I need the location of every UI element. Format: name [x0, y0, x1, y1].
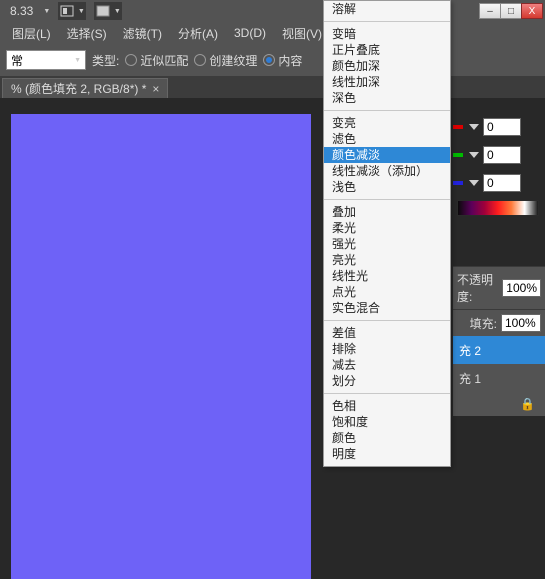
radio-create-texture[interactable]: 创建纹理 — [194, 52, 257, 69]
blend-mode-item[interactable]: 减去 — [324, 357, 450, 373]
blend-mode-item[interactable]: 颜色加深 — [324, 58, 450, 74]
blend-mode-item[interactable]: 线性光 — [324, 268, 450, 284]
blend-mode-item[interactable]: 颜色 — [324, 430, 450, 446]
green-value-input[interactable]: 0 — [483, 146, 521, 164]
menu-view[interactable]: 视图(V) — [276, 23, 328, 44]
lock-row: 🔒 — [453, 392, 545, 416]
blue-slider-track[interactable] — [453, 181, 463, 185]
menu-3d[interactable]: 3D(D) — [228, 24, 272, 42]
menu-layer[interactable]: 图层(L) — [6, 23, 57, 44]
blend-mode-item[interactable]: 排除 — [324, 341, 450, 357]
blend-mode-item[interactable]: 变暗 — [324, 26, 450, 42]
fill-label: 填充: — [470, 315, 497, 332]
screen-mode-icon[interactable]: ▼ — [58, 2, 86, 20]
menu-separator — [324, 320, 450, 321]
blend-mode-item[interactable]: 线性加深 — [324, 74, 450, 90]
blend-mode-item[interactable]: 色相 — [324, 398, 450, 414]
layer-item-fill-1[interactable]: 充 1 — [453, 364, 545, 392]
blend-mode-item[interactable]: 差值 — [324, 325, 450, 341]
blend-mode-item[interactable]: 饱和度 — [324, 414, 450, 430]
menu-analysis[interactable]: 分析(A) — [172, 23, 224, 44]
menu-select[interactable]: 选择(S) — [61, 23, 113, 44]
red-value-input[interactable]: 0 — [483, 118, 521, 136]
red-slider-track[interactable] — [453, 125, 463, 129]
color-panel: 0 0 0 — [453, 118, 539, 202]
blend-mode-item[interactable]: 点光 — [324, 284, 450, 300]
blue-value-input[interactable]: 0 — [483, 174, 521, 192]
menu-separator — [324, 393, 450, 394]
blend-mode-item[interactable]: 变亮 — [324, 115, 450, 131]
top-toolbar: 8.33 ▼ ▼ ▼ — [0, 0, 545, 22]
close-tab-icon[interactable]: × — [152, 82, 159, 96]
lock-icon[interactable]: 🔒 — [520, 397, 535, 411]
layer-name: 充 1 — [459, 370, 481, 387]
arrange-docs-icon[interactable]: ▼ — [94, 2, 122, 20]
layers-panel: 不透明度: 100% 填充: 100% 充 2 充 1 🔒 — [453, 266, 545, 416]
blend-mode-item[interactable]: 正片叠底 — [324, 42, 450, 58]
menu-bar: 图层(L) 选择(S) 滤镜(T) 分析(A) 3D(D) 视图(V) — [0, 22, 545, 44]
document-tab-title: % (颜色填充 2, RGB/8*) * — [11, 80, 146, 97]
blend-mode-item[interactable]: 溶解 — [324, 1, 450, 17]
blend-mode-item[interactable]: 明度 — [324, 446, 450, 462]
radio-content-aware[interactable]: 内容 — [263, 52, 302, 69]
menu-separator — [324, 199, 450, 200]
options-bar: 常 ▼ 类型: 近似匹配 创建纹理 内容 — [0, 44, 545, 76]
radio-approx-match[interactable]: 近似匹配 — [125, 52, 188, 69]
layer-name: 充 2 — [459, 342, 481, 359]
blend-mode-item[interactable]: 柔光 — [324, 220, 450, 236]
type-label: 类型: — [92, 52, 119, 69]
zoom-value[interactable]: 8.33 — [4, 4, 33, 18]
document-tab[interactable]: % (颜色填充 2, RGB/8*) * × — [2, 78, 168, 98]
blend-mode-item[interactable]: 亮光 — [324, 252, 450, 268]
green-slider-track[interactable] — [453, 153, 463, 157]
document-tab-bar: % (颜色填充 2, RGB/8*) * × — [0, 76, 545, 98]
blend-mode-item[interactable]: 浅色 — [324, 179, 450, 195]
minimize-button[interactable]: – — [479, 3, 501, 19]
fill-input[interactable]: 100% — [501, 314, 541, 332]
chevron-down-icon: ▼ — [74, 57, 81, 64]
canvas[interactable] — [11, 114, 311, 579]
blend-mode-item[interactable]: 强光 — [324, 236, 450, 252]
maximize-button[interactable]: □ — [500, 3, 522, 19]
blend-mode-item[interactable]: 深色 — [324, 90, 450, 106]
opacity-label: 不透明度: — [457, 271, 498, 305]
menu-filter[interactable]: 滤镜(T) — [117, 23, 168, 44]
blend-mode-item[interactable]: 线性减淡（添加） — [324, 163, 450, 179]
blend-mode-select[interactable]: 常 ▼ — [6, 50, 86, 70]
opacity-input[interactable]: 100% — [502, 279, 541, 297]
close-window-button[interactable]: X — [521, 3, 543, 19]
blend-mode-item[interactable]: 划分 — [324, 373, 450, 389]
blend-mode-value: 常 — [11, 52, 23, 69]
layer-item-fill-2[interactable]: 充 2 — [453, 336, 545, 364]
menu-separator — [324, 110, 450, 111]
menu-separator — [324, 21, 450, 22]
blend-mode-item[interactable]: 叠加 — [324, 204, 450, 220]
zoom-dropdown-arrow[interactable]: ▼ — [43, 8, 50, 15]
blend-mode-item[interactable]: 滤色 — [324, 131, 450, 147]
blend-mode-item[interactable]: 实色混合 — [324, 300, 450, 316]
color-spectrum[interactable] — [457, 200, 539, 216]
blend-mode-item[interactable]: 颜色减淡 — [324, 147, 450, 163]
blend-mode-menu: 溶解变暗正片叠底颜色加深线性加深深色变亮滤色颜色减淡线性减淡（添加）浅色叠加柔光… — [323, 0, 451, 467]
window-buttons: – □ X — [479, 3, 543, 19]
